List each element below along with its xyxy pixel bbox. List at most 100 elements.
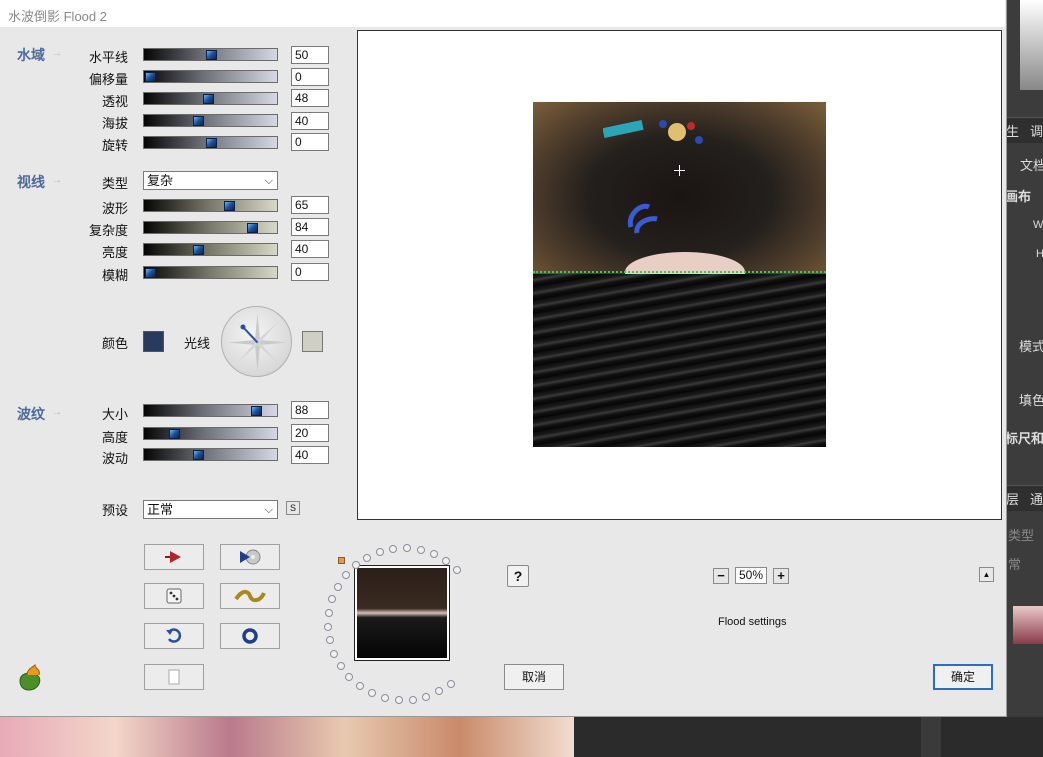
host-blend-mode[interactable]: 常 [1008, 554, 1021, 573]
ring-dot[interactable] [355, 681, 364, 690]
preset-dropdown[interactable]: 正常 ⌵ [143, 500, 278, 519]
complexity-value-field[interactable]: 84 [291, 218, 329, 236]
host-label-fill: 填色 [1019, 393, 1043, 408]
ring-dot[interactable] [408, 695, 417, 704]
slider-thumb[interactable] [169, 429, 181, 439]
collapse-button[interactable]: ▲ [979, 567, 994, 582]
undulation-value-field[interactable]: 40 [291, 446, 329, 464]
slider-thumb[interactable] [251, 406, 263, 416]
ring-dot[interactable] [330, 649, 339, 658]
slider-thumb[interactable] [246, 223, 258, 233]
slider-thumb[interactable] [145, 268, 156, 278]
slider-thumb[interactable] [193, 245, 205, 255]
slider-thumb[interactable] [193, 116, 205, 126]
chevron-down-icon: ⌵ [264, 175, 273, 187]
ring-dot[interactable] [380, 693, 389, 702]
waveform-label: 波形 [101, 201, 128, 216]
zoom-in-button[interactable]: + [773, 568, 789, 584]
blur-value-field[interactable]: 0 [291, 263, 329, 281]
horizon-slider[interactable] [143, 48, 278, 61]
ring-dot[interactable] [435, 687, 444, 696]
rotation-value-field[interactable]: 0 [291, 133, 329, 151]
ring-dot[interactable] [446, 679, 455, 688]
perspective-value-field[interactable]: 48 [291, 89, 329, 107]
ring-dot[interactable] [333, 582, 342, 591]
random-dice-button[interactable] [144, 583, 204, 609]
light-color-swatch[interactable] [302, 331, 323, 352]
host-layer-thumbnail[interactable] [1013, 606, 1043, 644]
ring-dot[interactable] [345, 672, 354, 681]
slider-thumb[interactable] [193, 450, 205, 460]
undo-button[interactable] [144, 623, 204, 649]
ring-dot[interactable] [363, 553, 372, 562]
undulation-slider[interactable] [143, 448, 278, 461]
altitude-slider[interactable] [143, 114, 278, 127]
ring-dot[interactable] [375, 547, 384, 556]
host-tab-properties[interactable]: 生 [1006, 121, 1019, 140]
ring-dot[interactable] [389, 544, 398, 553]
ring-dot[interactable] [442, 556, 451, 565]
play-button[interactable] [144, 544, 204, 570]
copy-button[interactable] [144, 664, 204, 690]
complexity-slider[interactable] [143, 221, 278, 234]
host-scroll-edge [921, 717, 941, 757]
slider-thumb[interactable] [223, 201, 235, 211]
brightness-slider[interactable] [143, 243, 278, 256]
ring-dot[interactable] [341, 571, 350, 580]
help-button[interactable]: ? [507, 565, 529, 587]
ring-dot[interactable] [325, 636, 334, 645]
waveform-value-field[interactable]: 65 [291, 196, 329, 214]
ring-dot[interactable] [367, 688, 376, 697]
rotation-slider[interactable] [143, 136, 278, 149]
light-direction-dial[interactable] [221, 306, 292, 377]
play-disc-button[interactable] [220, 544, 280, 570]
ring-dot[interactable] [324, 608, 333, 617]
preview-image[interactable] [533, 102, 826, 447]
brightness-value-field[interactable]: 40 [291, 240, 329, 258]
ring-dot[interactable] [453, 565, 462, 574]
height-value-field[interactable]: 20 [291, 424, 329, 442]
wave-preset-button[interactable] [220, 583, 280, 609]
ring-dot[interactable] [430, 550, 439, 559]
ring-dot[interactable] [394, 695, 403, 704]
navigator-thumbnail[interactable] [354, 565, 450, 661]
screen: 生 调 文档 画布 W H 模式 填色 标尺和 层 通 类型 常 水波倒影 Fl… [0, 0, 1043, 757]
ring-dot[interactable] [351, 561, 360, 570]
blur-slider[interactable] [143, 266, 278, 279]
ring-dot[interactable] [417, 545, 426, 554]
offset-slider[interactable] [143, 70, 278, 83]
light-label: 光线 [183, 336, 210, 351]
ring-dot[interactable] [403, 544, 412, 553]
waveform-slider[interactable] [143, 199, 278, 212]
ring-dot[interactable] [422, 692, 431, 701]
ring-dot[interactable] [336, 661, 345, 670]
host-tab-layers[interactable]: 层 [1006, 489, 1019, 508]
slider-thumb[interactable] [205, 50, 217, 60]
host-tab-channels[interactable]: 通 [1030, 489, 1043, 508]
perspective-slider[interactable] [143, 92, 278, 105]
horizon-guide-line[interactable] [533, 271, 826, 273]
dialog-titlebar[interactable]: 水波倒影 Flood 2 [0, 0, 1005, 27]
save-preset-button[interactable]: S [286, 501, 300, 515]
offset-value-field[interactable]: 0 [291, 68, 329, 86]
size-slider[interactable] [143, 404, 278, 417]
host-tab-adjust[interactable]: 调 [1030, 121, 1043, 140]
ring-dot[interactable] [328, 595, 337, 604]
slider-thumb[interactable] [203, 94, 215, 104]
slider-thumb[interactable] [205, 138, 217, 148]
slider-thumb[interactable] [145, 72, 156, 82]
height-slider[interactable] [143, 427, 278, 440]
preset-dropdown-value: 正常 [147, 502, 174, 517]
ok-button[interactable]: 确定 [933, 664, 993, 690]
type-dropdown[interactable]: 复杂 ⌵ [143, 171, 278, 190]
plugin-logo [15, 663, 47, 693]
host-layer-filter[interactable]: 类型 [1008, 525, 1034, 544]
horizon-value-field[interactable]: 50 [291, 46, 329, 64]
reset-button[interactable] [220, 623, 280, 649]
size-value-field[interactable]: 88 [291, 401, 329, 419]
ring-dot[interactable] [324, 622, 333, 631]
altitude-value-field[interactable]: 40 [291, 112, 329, 130]
zoom-out-button[interactable]: − [713, 568, 729, 584]
ring-start-marker[interactable] [338, 557, 345, 564]
cancel-button[interactable]: 取消 [504, 664, 564, 690]
